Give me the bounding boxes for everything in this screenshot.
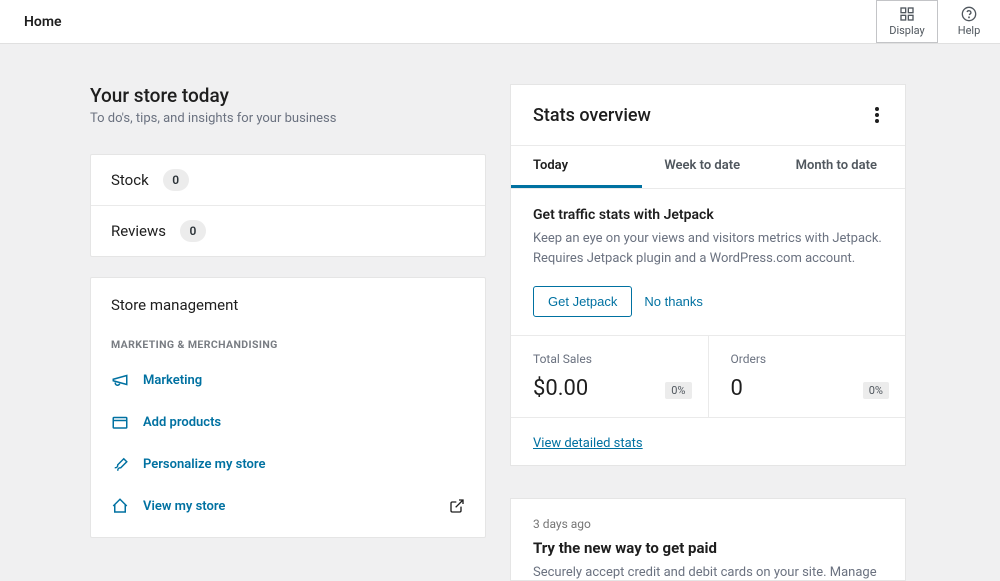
inbox-stock-row[interactable]: Stock 0 <box>91 155 485 206</box>
help-label: Help <box>958 24 981 37</box>
stats-header: Stats overview <box>511 85 905 146</box>
mgmt-label: View my store <box>143 499 225 514</box>
display-button[interactable]: Display <box>876 0 938 43</box>
tab-month[interactable]: Month to date <box>774 146 905 188</box>
main: Your store today To do's, tips, and insi… <box>0 44 1000 581</box>
feed-card: 3 days ago Try the new way to get paid S… <box>510 498 906 581</box>
right-column: Stats overview Today Week to date Month … <box>510 84 906 581</box>
metric-total-sales: Total Sales $0.00 0% <box>511 336 709 417</box>
stats-title: Stats overview <box>533 105 651 126</box>
mgmt-marketing[interactable]: Marketing <box>91 359 485 401</box>
metric-label: Total Sales <box>533 352 686 366</box>
metric-delta: 0% <box>863 382 889 399</box>
grid-icon <box>899 6 915 22</box>
topbar-actions: Display Help <box>876 0 1000 43</box>
metrics-row: Total Sales $0.00 0% Orders 0 0% <box>511 336 905 418</box>
mgmt-label: Personalize my store <box>143 457 265 472</box>
store-management-card: Store management MARKETING & MERCHANDISI… <box>90 277 486 538</box>
megaphone-icon <box>111 371 135 389</box>
mgmt-view-store[interactable]: View my store <box>91 485 485 527</box>
topbar: Home Display Help <box>0 0 1000 44</box>
mgmt-label: Add products <box>143 415 221 430</box>
stats-footer: View detailed stats <box>511 418 905 465</box>
feed-text: Securely accept credit and debit cards o… <box>533 565 883 580</box>
help-icon <box>961 6 977 22</box>
promo-text: Keep an eye on your views and visitors m… <box>533 229 883 268</box>
metric-value: 0 <box>731 376 884 401</box>
mgmt-personalize[interactable]: Personalize my store <box>91 443 485 485</box>
box-icon <box>111 413 135 431</box>
promo-title: Get traffic stats with Jetpack <box>533 207 883 223</box>
inbox-card: Stock 0 Reviews 0 <box>90 154 486 257</box>
metric-value: $0.00 <box>533 376 686 401</box>
metric-orders: Orders 0 0% <box>709 336 906 417</box>
help-button[interactable]: Help <box>938 0 1000 43</box>
count-badge: 0 <box>163 169 189 191</box>
promo-actions: Get Jetpack No thanks <box>533 286 883 317</box>
inbox-reviews-row[interactable]: Reviews 0 <box>91 206 485 256</box>
external-link-icon <box>449 498 465 514</box>
home-icon <box>111 497 135 515</box>
stats-tabs: Today Week to date Month to date <box>511 146 905 189</box>
jetpack-promo: Get traffic stats with Jetpack Keep an e… <box>511 189 905 336</box>
hero-subtitle: To do's, tips, and insights for your bus… <box>90 111 486 126</box>
mgmt-section-label: MARKETING & MERCHANDISING <box>91 328 485 359</box>
mgmt-add-products[interactable]: Add products <box>91 401 485 443</box>
tab-today[interactable]: Today <box>511 146 642 188</box>
stats-menu-button[interactable] <box>871 103 883 127</box>
page-title: Home <box>24 14 62 30</box>
tab-week[interactable]: Week to date <box>642 146 773 188</box>
mgmt-title: Store management <box>91 278 485 328</box>
metric-delta: 0% <box>665 382 691 399</box>
display-label: Display <box>889 24 925 37</box>
feed-title: Try the new way to get paid <box>533 539 883 557</box>
count-badge: 0 <box>180 220 206 242</box>
left-column: Your store today To do's, tips, and insi… <box>90 84 486 581</box>
metric-label: Orders <box>731 352 884 366</box>
hero-title: Your store today <box>90 84 486 107</box>
feed-time: 3 days ago <box>533 517 883 531</box>
view-detailed-stats-link[interactable]: View detailed stats <box>533 436 643 451</box>
inbox-label: Stock <box>111 171 149 189</box>
brush-icon <box>111 455 135 473</box>
stats-card: Stats overview Today Week to date Month … <box>510 84 906 466</box>
get-jetpack-button[interactable]: Get Jetpack <box>533 286 632 317</box>
mgmt-label: Marketing <box>143 373 202 388</box>
no-thanks-button[interactable]: No thanks <box>644 294 703 309</box>
inbox-label: Reviews <box>111 222 166 240</box>
